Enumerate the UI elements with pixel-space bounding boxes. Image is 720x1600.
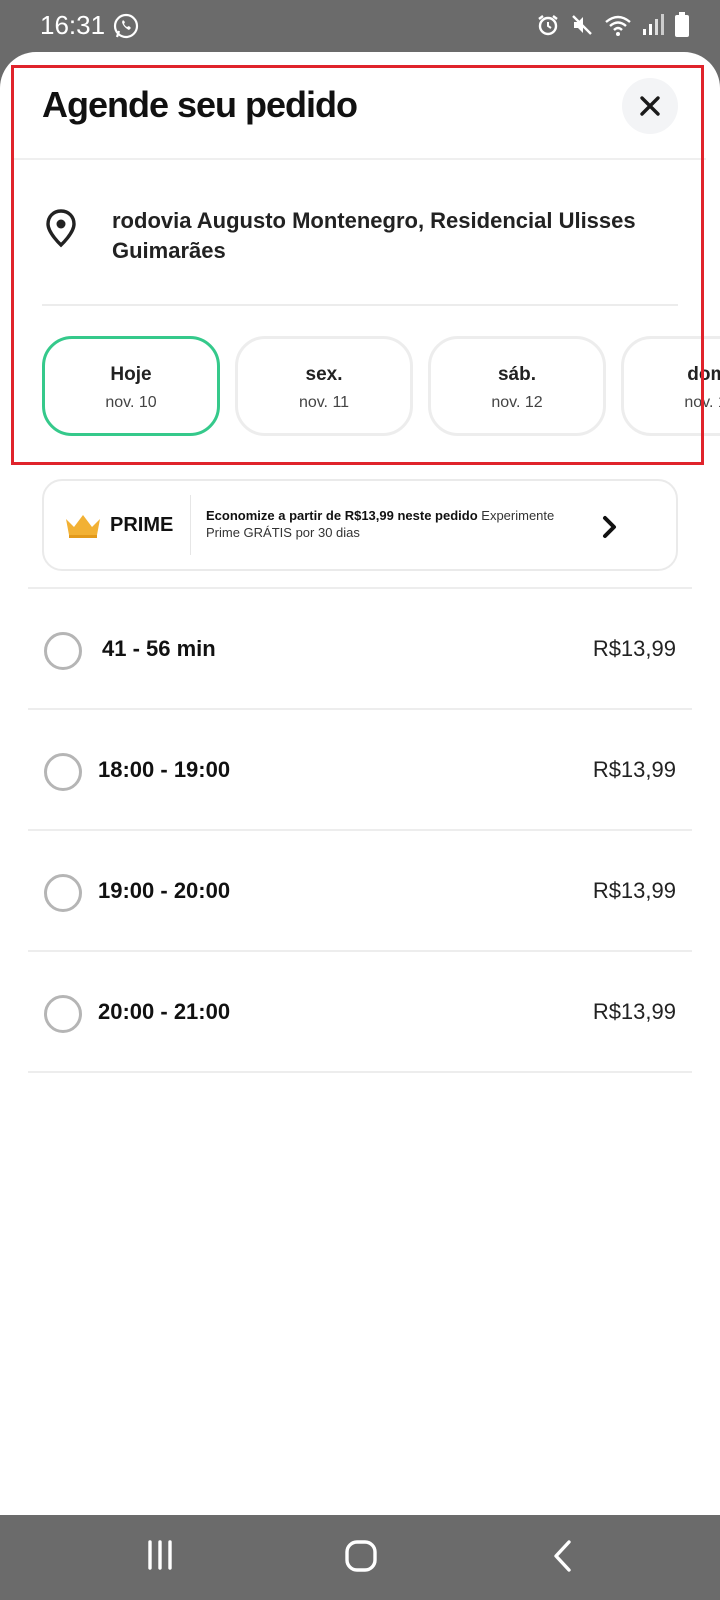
slot-label: 20:00 - 21:00: [98, 999, 231, 1024]
day-date: nov. 13: [684, 394, 720, 411]
delivery-address: rodovia Augusto Montenegro, Residencial …: [42, 202, 682, 282]
close-button[interactable]: [622, 78, 678, 134]
location-pin-icon: [46, 209, 76, 248]
header-divider: [14, 158, 706, 160]
slot-price: R$13,99: [592, 999, 676, 1024]
day-date: nov. 11: [298, 394, 350, 411]
radio-button[interactable]: [44, 753, 82, 791]
radio-button[interactable]: [44, 632, 82, 670]
slot-price: R$13,99: [592, 757, 676, 782]
day-chip-today[interactable]: Hoje nov. 10: [42, 336, 220, 436]
prime-message: Economize a partir de R$13,99 neste pedi…: [206, 507, 591, 541]
radio-button[interactable]: [44, 995, 82, 1033]
prime-banner[interactable]: PRIME Economize a partir de R$13,99 nest…: [42, 479, 678, 571]
chevron-right-icon: [603, 516, 616, 538]
prime-label: PRIME: [110, 514, 174, 536]
mute-icon: [572, 15, 592, 35]
day-date: nov. 12: [491, 394, 543, 411]
prime-separator: [190, 495, 191, 555]
status-bar: 16:31: [0, 0, 720, 52]
day-name: dom.: [687, 364, 720, 385]
status-time: 16:31: [40, 10, 106, 40]
whatsapp-icon: [113, 13, 139, 39]
slot-price: R$13,99: [592, 636, 676, 661]
crown-icon: [66, 515, 100, 538]
slot-label: 18:00 - 19:00: [98, 757, 231, 782]
home-icon[interactable]: [344, 1539, 378, 1573]
slot-label: 41 - 56 min: [102, 636, 216, 661]
sheet-header: Agende seu pedido: [0, 52, 720, 160]
day-name: sáb.: [497, 364, 537, 385]
wifi-icon: [605, 15, 631, 36]
time-slot-18[interactable]: 18:00 - 19:00 R$13,99: [28, 710, 692, 829]
recent-apps-icon[interactable]: [146, 1539, 174, 1571]
day-chip-fri[interactable]: sex. nov. 11: [235, 336, 413, 436]
alarm-icon: [538, 15, 558, 36]
slot-divider: [28, 1071, 692, 1073]
slot-label: 19:00 - 20:00: [98, 878, 231, 903]
prime-savings-text: Economize a partir de R$13,99 neste pedi…: [206, 508, 478, 523]
day-name: Hoje: [110, 364, 152, 385]
schedule-sheet: Agende seu pedido rodovia Augusto Monten…: [0, 52, 720, 1515]
battery-icon: [675, 12, 689, 37]
sheet-title: Agende seu pedido: [42, 84, 358, 125]
address-text: rodovia Augusto Montenegro, Residencial …: [112, 208, 636, 263]
time-slot-list: 41 - 56 min R$13,99 18:00 - 19:00 R$13,9…: [28, 587, 692, 1073]
slot-price: R$13,99: [592, 878, 676, 903]
day-name: sex.: [305, 364, 343, 385]
time-slot-19[interactable]: 19:00 - 20:00 R$13,99: [28, 831, 692, 950]
time-slot-20[interactable]: 20:00 - 21:00 R$13,99: [28, 952, 692, 1071]
close-icon: [640, 96, 660, 116]
radio-button[interactable]: [44, 874, 82, 912]
day-date: nov. 10: [105, 394, 157, 411]
time-slot-asap[interactable]: 41 - 56 min R$13,99: [28, 589, 692, 708]
back-icon[interactable]: [552, 1539, 574, 1573]
day-chip-sat[interactable]: sáb. nov. 12: [428, 336, 606, 436]
address-divider: [42, 304, 678, 306]
signal-icon: [643, 14, 664, 35]
system-nav-bar: [0, 1515, 720, 1600]
day-chip-sun[interactable]: dom. nov. 13: [621, 336, 720, 436]
